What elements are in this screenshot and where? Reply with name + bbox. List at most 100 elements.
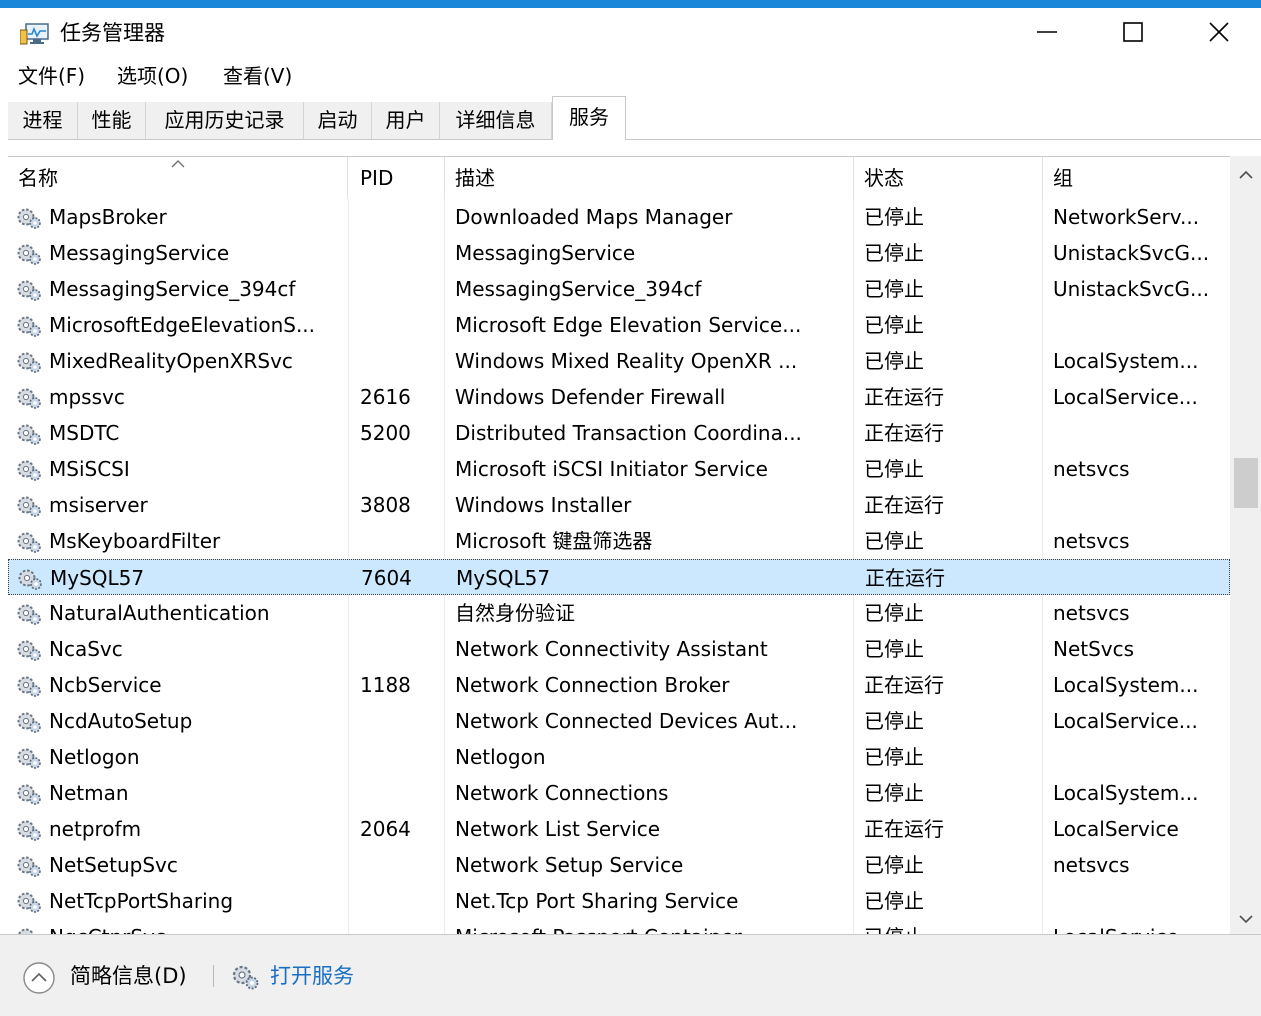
column-header-description[interactable]: 描述 bbox=[445, 157, 854, 199]
service-name: MapsBroker bbox=[49, 205, 167, 229]
service-gear-icon bbox=[16, 673, 42, 697]
service-group: LocalSystem... bbox=[1053, 349, 1199, 373]
service-name: NcbService bbox=[49, 673, 162, 697]
service-pid bbox=[360, 595, 440, 631]
table-row[interactable]: MSDTC 5200 Distributed Transaction Coordin… bbox=[8, 415, 1230, 451]
service-description: Network Connected Devices Aut... bbox=[455, 709, 798, 733]
vertical-scrollbar[interactable] bbox=[1230, 156, 1261, 934]
service-gear-icon bbox=[16, 457, 42, 481]
column-header-status[interactable]: 状态 bbox=[854, 157, 1043, 199]
service-group: netsvcs bbox=[1053, 529, 1130, 553]
tab-details[interactable]: 详细信息 bbox=[440, 102, 552, 139]
table-row[interactable]: MsKeyboardFilter Microsoft 键盘筛选器 已停止 netsvc… bbox=[8, 523, 1230, 559]
service-gear-icon bbox=[16, 853, 42, 877]
tab-services[interactable]: 服务 bbox=[552, 96, 626, 140]
service-status: 已停止 bbox=[864, 919, 1039, 934]
table-row[interactable]: netprofm 2064 Network List Service 正在运行 Loca… bbox=[8, 811, 1230, 847]
service-status: 正在运行 bbox=[864, 421, 944, 445]
menu-file[interactable]: 文件(F) bbox=[16, 62, 87, 90]
table-row[interactable]: NcdAutoSetup Network Connected Devices Au… bbox=[8, 703, 1230, 739]
scrollbar-thumb[interactable] bbox=[1234, 458, 1258, 508]
service-status: 已停止 bbox=[864, 529, 924, 553]
column-header-group[interactable]: 组 bbox=[1043, 157, 1230, 199]
service-status: 正在运行 bbox=[864, 493, 944, 517]
service-gear-icon bbox=[16, 241, 42, 265]
maximize-button[interactable] bbox=[1090, 12, 1176, 52]
table-row[interactable]: Netlogon Netlogon 已停止 bbox=[8, 739, 1230, 775]
table-row[interactable]: MapsBroker Downloaded Maps Manager 已停止 Netw… bbox=[8, 199, 1230, 235]
table-row[interactable]: MSiSCSI Microsoft iSCSI Initiator Service… bbox=[8, 451, 1230, 487]
menu-view[interactable]: 查看(V) bbox=[221, 62, 294, 90]
column-header-pid[interactable]: PID bbox=[350, 157, 445, 199]
service-group: netsvcs bbox=[1053, 457, 1130, 481]
service-description: MessagingService bbox=[455, 241, 636, 265]
service-gear-icon bbox=[16, 889, 42, 913]
fewer-details-link[interactable]: 简略信息(D) bbox=[70, 961, 187, 991]
service-description: Microsoft 键盘筛选器 bbox=[455, 529, 653, 553]
service-group: UnistackSvcG... bbox=[1053, 277, 1210, 301]
scroll-down-button[interactable] bbox=[1230, 904, 1261, 934]
table-row[interactable]: NcaSvc Network Connectivity Assistant 已停止 N… bbox=[8, 631, 1230, 667]
table-row[interactable]: msiserver 3808 Windows Installer 正在运行 bbox=[8, 487, 1230, 523]
service-group: LocalService... bbox=[1053, 385, 1198, 409]
menu-options[interactable]: 选项(O) bbox=[115, 62, 190, 90]
service-description: Downloaded Maps Manager bbox=[455, 205, 733, 229]
tab-bar-divider bbox=[8, 139, 1261, 140]
table-row[interactable]: NcbService 1188 Network Connection Broker 正… bbox=[8, 667, 1230, 703]
table-row[interactable]: MixedRealityOpenXRSvc Windows Mixed Reali… bbox=[8, 343, 1230, 379]
service-description: Windows Installer bbox=[455, 493, 632, 517]
service-name-cell: NgcCtnrSvc bbox=[8, 919, 346, 934]
tab-app-history[interactable]: 应用历史记录 bbox=[146, 102, 304, 139]
service-name-cell: Netman bbox=[8, 775, 346, 811]
service-name-cell: NcdAutoSetup bbox=[8, 703, 346, 739]
task-manager-icon bbox=[19, 22, 50, 46]
service-name-cell: MicrosoftEdgeElevationS... bbox=[8, 307, 346, 343]
service-status: 已停止 bbox=[864, 781, 924, 805]
close-button[interactable] bbox=[1176, 12, 1261, 52]
service-name-cell: MessagingService_394cf bbox=[8, 271, 346, 307]
tab-bar: 进程 性能 应用历史记录 启动 用户 详细信息 服务 bbox=[0, 96, 1261, 140]
table-row[interactable]: MessagingService_394cf MessagingService_3… bbox=[8, 271, 1230, 307]
collapse-chevron-icon[interactable] bbox=[22, 961, 56, 995]
service-gear-icon bbox=[16, 925, 42, 934]
scroll-up-button[interactable] bbox=[1230, 160, 1261, 190]
service-status: 已停止 bbox=[864, 745, 924, 769]
service-gear-icon bbox=[16, 277, 42, 301]
service-name-cell: MessagingService bbox=[8, 235, 346, 271]
table-row[interactable]: MySQL57 7604 MySQL57 正在运行 bbox=[8, 559, 1230, 595]
tab-users[interactable]: 用户 bbox=[372, 102, 440, 139]
service-group: LocalService... bbox=[1053, 919, 1228, 934]
services-gear-icon[interactable] bbox=[230, 963, 260, 991]
tab-startup[interactable]: 启动 bbox=[304, 102, 372, 139]
services-table: 名称 PID 描述 状态 组 MapsBroker Downloaded Maps… bbox=[8, 156, 1230, 934]
service-pid bbox=[360, 919, 440, 934]
table-row[interactable]: NaturalAuthentication 自然身份验证 已停止 netsvcs bbox=[8, 595, 1230, 631]
service-name-cell: Netlogon bbox=[8, 739, 346, 775]
window-top-border bbox=[0, 0, 1261, 8]
open-services-link[interactable]: 打开服务 bbox=[270, 961, 354, 991]
footer-bar: 简略信息(D) 打开服务 bbox=[0, 934, 1261, 1016]
service-description: Network Setup Service bbox=[455, 853, 684, 877]
service-description: MessagingService_394cf bbox=[455, 277, 702, 301]
service-gear-icon bbox=[16, 349, 42, 373]
minimize-button[interactable] bbox=[1004, 12, 1090, 52]
table-row[interactable]: mpssvc 2616 Windows Defender Firewall 正在运行 L… bbox=[8, 379, 1230, 415]
service-pid bbox=[360, 235, 440, 271]
tab-performance[interactable]: 性能 bbox=[78, 102, 146, 139]
service-description: 自然身份验证 bbox=[455, 601, 575, 625]
chevron-up-icon bbox=[1238, 170, 1253, 179]
service-pid bbox=[360, 451, 440, 487]
service-name-cell: NaturalAuthentication bbox=[8, 595, 346, 631]
table-row[interactable]: Netman Network Connections 已停止 LocalSystem.… bbox=[8, 775, 1230, 811]
table-row[interactable]: NgcCtnrSvc Microsoft Passport Container 已停… bbox=[8, 919, 1230, 934]
service-status: 已停止 bbox=[864, 853, 924, 877]
table-row[interactable]: NetTcpPortSharing Net.Tcp Port Sharing Se… bbox=[8, 883, 1230, 919]
service-pid bbox=[360, 847, 440, 883]
service-description: Windows Mixed Reality OpenXR ... bbox=[455, 349, 798, 373]
service-group bbox=[1053, 415, 1228, 451]
table-row[interactable]: NetSetupSvc Network Setup Service 已停止 netsv… bbox=[8, 847, 1230, 883]
table-row[interactable]: MessagingService MessagingService 已停止 Unist… bbox=[8, 235, 1230, 271]
table-row[interactable]: MicrosoftEdgeElevationS... Microsoft Edge… bbox=[8, 307, 1230, 343]
tab-processes[interactable]: 进程 bbox=[8, 102, 78, 139]
service-name-cell: mpssvc bbox=[8, 379, 346, 415]
